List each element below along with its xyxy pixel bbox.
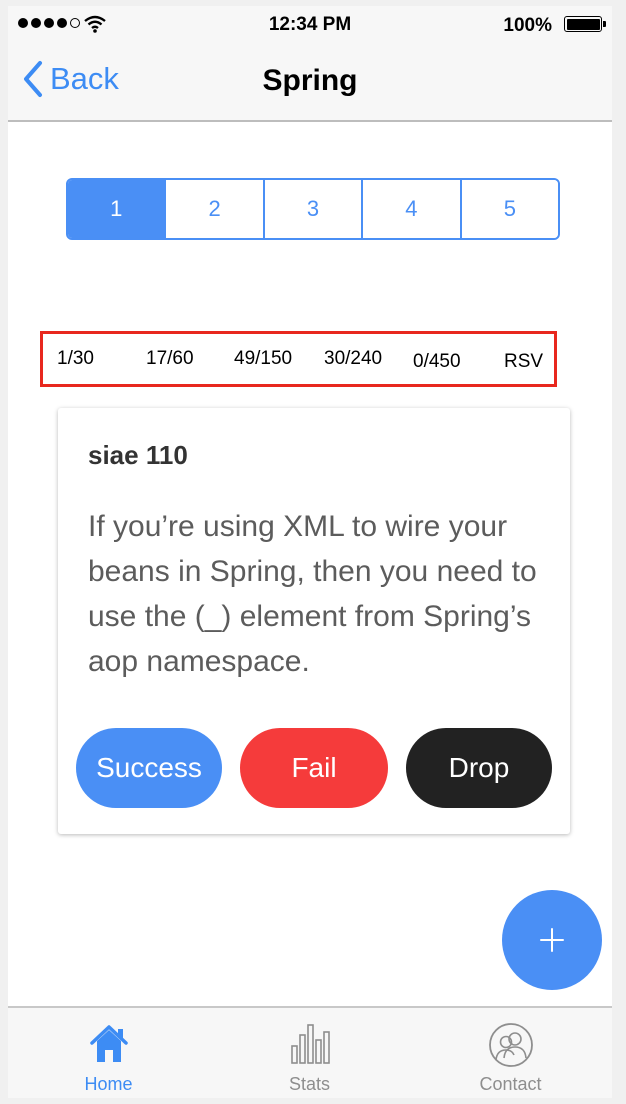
contacts-icon [488,1023,533,1067]
stat-level-4: 30/240 [324,348,383,369]
tab-home[interactable]: Home [8,1008,209,1098]
plus-icon [540,928,564,952]
battery-percent: 100% [503,15,552,36]
card-title: siae 110 [88,440,188,470]
stat-level-1: 1/30 [57,348,94,369]
drop-button[interactable]: Drop [406,728,552,808]
navigation-bar: Back Spring [8,42,612,122]
page-button-5[interactable]: 5 [459,180,558,238]
home-icon [89,1025,128,1062]
tab-stats[interactable]: Stats [209,1008,410,1098]
page-title: Spring [262,64,358,97]
add-button[interactable] [502,890,602,990]
status-bar: 12:34 PM 100% [8,6,612,42]
tab-contact[interactable]: Contact [410,1008,611,1098]
page-selector: 1 2 3 4 5 [66,178,560,240]
phone-screen: 12:34 PM 100% Back Spring 1 2 3 4 5 1/30… [8,6,612,1098]
stat-level-5: 0/450 [413,351,461,372]
tab-label: Stats [288,1074,331,1094]
page-button-4[interactable]: 4 [361,180,460,238]
tab-bar: Home Stats Contact [8,1006,612,1098]
page-button-1[interactable]: 1 [68,180,165,238]
stat-level-3: 49/150 [234,348,293,369]
question-text: If you’re using XML to wire your beans i… [88,510,537,678]
stat-level-2: 17/60 [146,348,194,369]
stat-reserve: RSV [504,351,544,372]
stats-row: 1/30 17/60 49/150 30/240 0/450 RSV [40,331,557,387]
success-button[interactable]: Success [76,728,222,808]
tab-label: Home [84,1074,133,1094]
question-card: siae 110 If you’re using XML to wire you… [58,408,570,834]
bar-chart-icon [290,1024,330,1064]
page-button-2[interactable]: 2 [164,180,263,238]
fail-button[interactable]: Fail [240,728,388,808]
battery-icon [564,16,606,32]
tab-label: Contact [479,1074,542,1094]
page-button-3[interactable]: 3 [262,180,362,238]
